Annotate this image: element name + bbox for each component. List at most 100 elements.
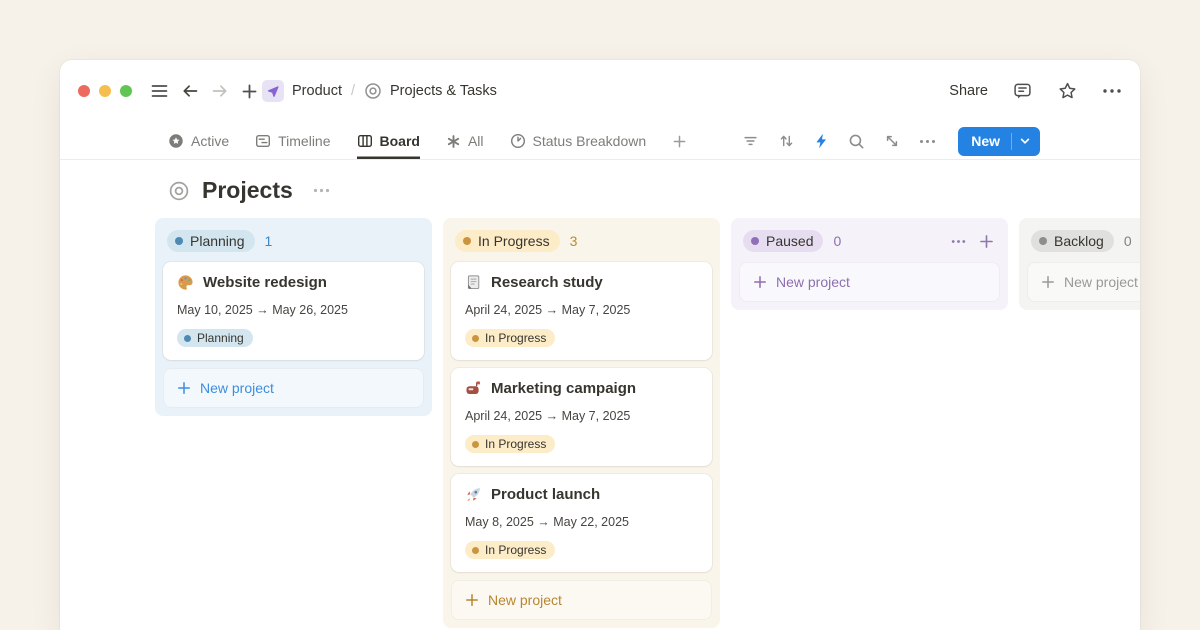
status-pill-planning[interactable]: Planning (167, 230, 255, 252)
status-label: In Progress (485, 543, 546, 557)
filter-icon[interactable] (742, 133, 759, 149)
target-icon (364, 82, 382, 100)
status-dot (472, 441, 479, 448)
status-pill-backlog[interactable]: Backlog (1031, 230, 1114, 252)
status-pill-in-progress[interactable]: In Progress (455, 230, 560, 252)
expand-icon[interactable] (884, 133, 900, 149)
column-count: 3 (570, 233, 578, 249)
new-page-icon[interactable] (241, 83, 258, 100)
sidebar-menu-icon[interactable] (150, 83, 169, 99)
view-tabs: Active Timeline Board All Status Breakdo… (168, 123, 687, 159)
card-title: Marketing campaign (491, 380, 636, 397)
add-view-icon[interactable] (672, 123, 687, 159)
new-project-button[interactable]: New project (451, 580, 712, 620)
view-controls: New (742, 123, 1040, 159)
column-count: 0 (833, 233, 841, 249)
view-toolbar: Active Timeline Board All Status Breakdo… (60, 123, 1140, 160)
card-dates: May 10, 2025 → May 26, 2025 (177, 303, 410, 317)
status-label: Paused (766, 233, 813, 249)
board-column-in-progress: In Progress 3 Research study April 24, 2… (443, 218, 720, 628)
breadcrumb-workspace[interactable]: Product (292, 83, 342, 99)
target-icon (168, 180, 190, 202)
column-header: Planning 1 (163, 226, 424, 262)
minimize-button[interactable] (99, 85, 111, 97)
view-more-icon[interactable] (919, 139, 936, 144)
column-header: Paused 0 (739, 226, 1000, 262)
kanban-board: Planning 1 Website redesign May 10, 2025… (60, 218, 1140, 628)
project-card-product-launch[interactable]: Product launch May 8, 2025 → May 22, 202… (451, 474, 712, 572)
forward-icon[interactable] (211, 83, 229, 99)
star-icon[interactable] (1057, 81, 1078, 101)
project-card-research-study[interactable]: Research study April 24, 2025 → May 7, 2… (451, 262, 712, 360)
column-header: In Progress 3 (451, 226, 712, 262)
chevron-down-icon[interactable] (1012, 135, 1040, 147)
card-dates: April 24, 2025 → May 7, 2025 (465, 409, 698, 423)
new-project-button[interactable]: New project (163, 368, 424, 408)
column-count: 0 (1124, 233, 1132, 249)
board-column-planning: Planning 1 Website redesign May 10, 2025… (155, 218, 432, 416)
status-dot (175, 237, 183, 245)
new-project-label: New project (1064, 274, 1138, 290)
plus-icon (753, 275, 767, 289)
new-project-label: New project (488, 592, 562, 608)
mailbox-icon (465, 380, 482, 397)
zoom-button[interactable] (120, 85, 132, 97)
more-icon[interactable] (1102, 88, 1122, 94)
status-label: In Progress (478, 233, 550, 249)
tab-all[interactable]: All (446, 123, 484, 159)
new-button[interactable]: New (958, 127, 1040, 156)
close-button[interactable] (78, 85, 90, 97)
new-project-button[interactable]: New project (1027, 262, 1140, 302)
card-status-pill: In Progress (465, 541, 555, 559)
card-title: Product launch (491, 486, 600, 503)
tab-timeline[interactable]: Timeline (255, 123, 330, 159)
asterisk-icon (446, 134, 461, 149)
sort-icon[interactable] (778, 133, 795, 149)
status-dot (463, 237, 471, 245)
product-app-icon[interactable] (262, 80, 284, 102)
new-button-label[interactable]: New (958, 133, 1011, 149)
project-card-marketing-campaign[interactable]: Marketing campaign April 24, 2025 → May … (451, 368, 712, 466)
tab-label: Board (380, 133, 420, 149)
breadcrumb-page[interactable]: Projects & Tasks (390, 83, 497, 99)
automation-bolt-icon[interactable] (814, 133, 829, 149)
window-titlebar: Product / Projects & Tasks Share (60, 60, 1140, 102)
column-more-icon[interactable] (951, 239, 966, 244)
app-window: Product / Projects & Tasks Share Active (60, 60, 1140, 630)
share-button[interactable]: Share (949, 83, 988, 99)
page-title: Projects (202, 177, 293, 204)
card-title: Website redesign (203, 274, 327, 291)
status-label: Backlog (1054, 233, 1104, 249)
status-pill-paused[interactable]: Paused (743, 230, 823, 252)
plus-icon (465, 593, 479, 607)
card-dates: April 24, 2025 → May 7, 2025 (465, 303, 698, 317)
board-column-backlog: Backlog 0 New project (1019, 218, 1140, 310)
column-actions (951, 234, 994, 249)
new-project-label: New project (776, 274, 850, 290)
tab-status-breakdown[interactable]: Status Breakdown (510, 123, 647, 159)
card-status-pill: In Progress (465, 435, 555, 453)
column-header: Backlog 0 (1027, 226, 1140, 262)
back-icon[interactable] (181, 83, 199, 99)
page-header: Projects (60, 160, 1140, 218)
new-project-button[interactable]: New project (739, 262, 1000, 302)
tab-label: Timeline (278, 133, 330, 149)
new-project-label: New project (200, 380, 274, 396)
tab-active[interactable]: Active (168, 123, 229, 159)
card-status-pill: Planning (177, 329, 253, 347)
comments-icon[interactable] (1012, 81, 1033, 101)
search-icon[interactable] (848, 133, 865, 150)
timeline-icon (255, 133, 271, 149)
title-more-icon[interactable] (313, 188, 330, 193)
palette-icon (177, 274, 194, 291)
plus-icon (177, 381, 191, 395)
card-status-pill: In Progress (465, 329, 555, 347)
tab-board[interactable]: Board (357, 123, 420, 159)
clock-icon (510, 133, 526, 149)
status-dot (472, 547, 479, 554)
column-add-icon[interactable] (979, 234, 994, 249)
tab-label: Status Breakdown (533, 133, 647, 149)
project-card-website-redesign[interactable]: Website redesign May 10, 2025 → May 26, … (163, 262, 424, 360)
status-label: In Progress (485, 331, 546, 345)
status-dot (1039, 237, 1047, 245)
